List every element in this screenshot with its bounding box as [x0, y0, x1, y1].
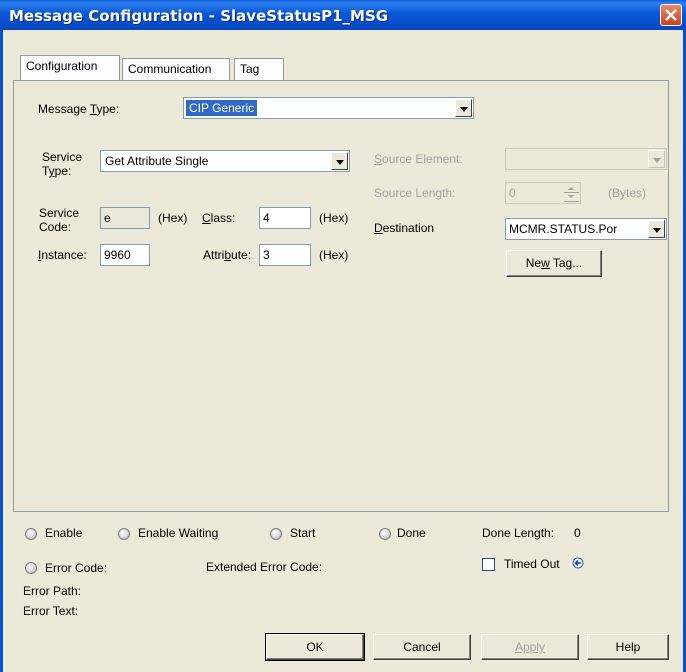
- tab-configuration[interactable]: Configuration: [20, 55, 120, 80]
- error-path-label: Error Path:: [23, 584, 82, 598]
- source-length-value: 0: [509, 186, 516, 200]
- chevron-down-icon[interactable]: [648, 220, 665, 238]
- source-element-select[interactable]: [505, 148, 667, 170]
- timed-out-checkbox[interactable]: [482, 558, 495, 571]
- arrow-left-icon: [572, 557, 584, 572]
- attribute-label: Attribute:: [203, 248, 252, 262]
- new-tag-button[interactable]: New Tag...: [506, 250, 602, 277]
- source-element-label: Source Element:: [374, 152, 463, 166]
- configuration-panel: [13, 80, 669, 512]
- chevron-down-icon[interactable]: [331, 152, 348, 170]
- service-code-field[interactable]: e: [100, 207, 150, 229]
- extended-error-code-label: Extended Error Code:: [206, 560, 323, 574]
- class-unit: (Hex): [319, 211, 349, 225]
- enable-label: Enable: [45, 526, 83, 540]
- tab-label: Tag: [240, 62, 260, 76]
- service-code-label: Service Code:: [39, 206, 80, 234]
- message-type-label: Message Type:: [38, 102, 120, 116]
- timed-out-label: Timed Out: [504, 557, 560, 571]
- tab-tag[interactable]: Tag: [234, 58, 284, 80]
- error-text-label: Error Text:: [23, 604, 79, 618]
- window-border-left: [0, 30, 3, 672]
- source-length-field[interactable]: 0: [505, 182, 581, 204]
- chevron-down-icon[interactable]: [648, 150, 665, 168]
- tab-label: Communication: [128, 62, 212, 76]
- done-label: Done: [397, 526, 426, 540]
- message-type-select[interactable]: CIP Generic: [183, 97, 474, 119]
- service-type-value: Get Attribute Single: [105, 154, 209, 168]
- attribute-unit: (Hex): [319, 248, 349, 262]
- help-button[interactable]: Help: [587, 634, 669, 660]
- instance-label: Instance:: [38, 248, 87, 262]
- start-indicator: [270, 528, 282, 540]
- enable-waiting-label: Enable Waiting: [138, 526, 219, 540]
- enable-indicator: [25, 528, 37, 540]
- destination-label: Destination: [374, 221, 435, 235]
- class-field[interactable]: 4: [259, 207, 311, 229]
- done-indicator: [379, 528, 391, 540]
- service-type-label: Service Type:: [42, 150, 83, 178]
- service-code-unit: (Hex): [158, 211, 188, 225]
- destination-value: MCMR.STATUS.Por: [509, 222, 618, 236]
- tab-communication[interactable]: Communication: [122, 58, 230, 80]
- start-label: Start: [290, 526, 316, 540]
- destination-select[interactable]: MCMR.STATUS.Por: [505, 218, 667, 240]
- window-title: Message Configuration - SlaveStatusP1_MS…: [9, 7, 389, 25]
- tab-label: Configuration: [26, 59, 98, 73]
- done-length-label: Done Length:: [482, 526, 555, 540]
- instance-field[interactable]: 9960: [100, 244, 150, 266]
- service-type-select[interactable]: Get Attribute Single: [100, 150, 350, 172]
- chevron-down-icon[interactable]: [455, 99, 472, 117]
- error-code-label: Error Code:: [45, 561, 108, 575]
- close-icon: [665, 9, 677, 21]
- error-code-indicator: [25, 562, 37, 574]
- cancel-button[interactable]: Cancel: [373, 634, 471, 660]
- done-length-value: 0: [574, 526, 581, 540]
- apply-button[interactable]: Apply: [481, 634, 579, 660]
- ok-button[interactable]: OK: [265, 633, 365, 661]
- close-button[interactable]: [660, 4, 682, 26]
- enable-waiting-indicator: [118, 528, 130, 540]
- source-length-spinner[interactable]: [564, 184, 579, 202]
- source-length-label: Source Length:: [374, 186, 456, 200]
- attribute-field[interactable]: 3: [259, 244, 311, 266]
- message-type-value: CIP Generic: [186, 100, 258, 116]
- source-length-unit: (Bytes): [608, 186, 647, 200]
- class-label: Class:: [202, 211, 236, 225]
